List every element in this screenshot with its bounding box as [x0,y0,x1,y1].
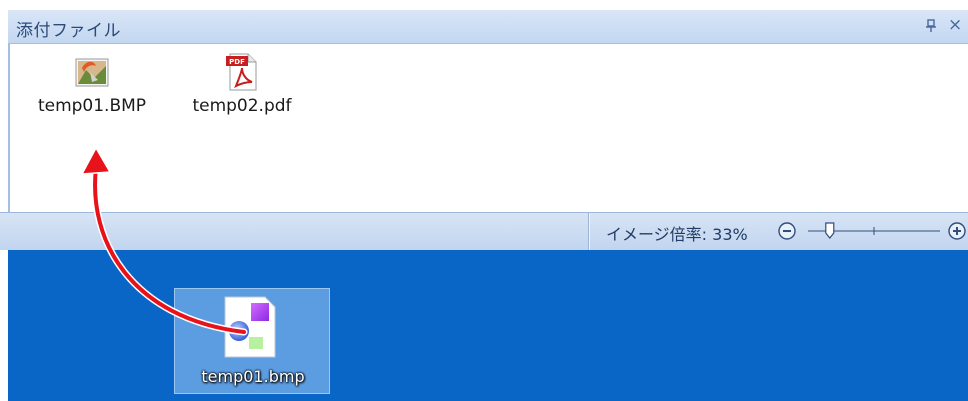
pdf-file-icon: PDF [226,53,257,91]
attachment-item-bmp[interactable]: temp01.BMP [30,52,154,116]
zoom-in-icon[interactable] [947,221,967,241]
panel-titlebar: 添付ファイル × [8,10,968,44]
panel-title: 添付ファイル [16,21,121,41]
attachment-panel: 添付ファイル × temp01.BMP PDF temp02.pdf [0,0,968,212]
desktop-file-name: temp01.bmp [201,367,305,386]
zoom-slider[interactable] [804,219,944,243]
status-bar: イメージ倍率: 33% [0,212,968,250]
zoom-slider-thumb [825,222,835,239]
close-icon[interactable]: × [948,15,962,35]
attachment-filename: temp02.pdf [192,96,292,116]
pin-icon[interactable] [925,19,937,33]
desktop-area: temp01.bmp [0,250,968,401]
zoom-label: イメージ倍率: 33% [606,225,748,244]
bmp-file-icon [224,296,276,358]
status-bar-divider-highlight [589,213,590,250]
attachment-item-pdf[interactable]: PDF temp02.pdf [180,52,304,116]
attachment-filename: temp01.BMP [37,96,147,116]
desktop-file-icon-item[interactable]: temp01.bmp [174,288,330,394]
zoom-out-icon[interactable] [777,221,797,241]
svg-text:PDF: PDF [229,58,245,66]
desktop-left-edge [0,250,8,401]
bitmap-image-icon [75,58,109,87]
